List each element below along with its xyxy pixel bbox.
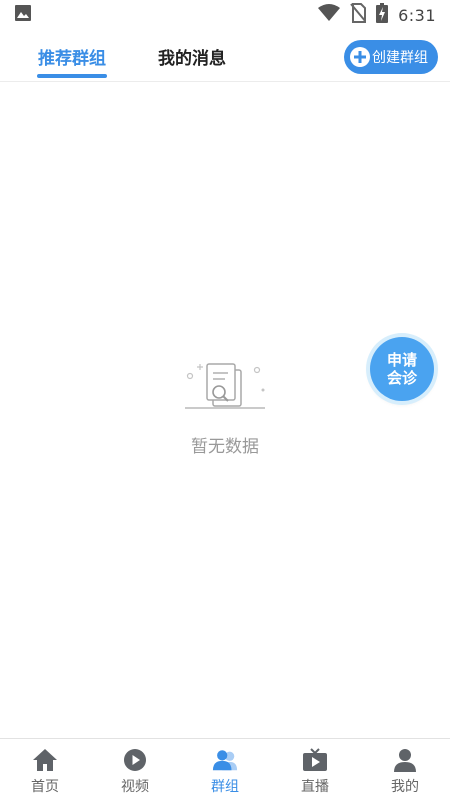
tv-play-icon [302, 747, 328, 773]
battery-charging-icon [376, 3, 389, 27]
nav-item-mine[interactable]: 我的 [360, 739, 450, 800]
nav-label-video: 视频 [121, 779, 149, 795]
nav-label-live: 直播 [301, 779, 329, 795]
status-bar: 6:31 [0, 0, 450, 30]
apply-consultation-line1: 申请 [386, 351, 417, 369]
nav-label-groups: 群组 [211, 779, 239, 795]
screen: 6:31 推荐群组 我的消息 创建群组 暂无数据 申请 会诊 首页 视频 群组 … [0, 0, 450, 800]
person-icon [392, 747, 418, 773]
home-icon [32, 747, 58, 773]
no-sim-icon [350, 3, 367, 27]
apply-consultation-button[interactable]: 申请 会诊 [370, 337, 434, 401]
play-circle-icon [122, 747, 148, 773]
bottom-nav: 首页 视频 群组 直播 我的 [0, 738, 450, 800]
empty-document-search-icon [183, 360, 267, 420]
active-tab-indicator [37, 74, 107, 78]
nav-item-groups[interactable]: 群组 [180, 739, 270, 800]
group-icon [212, 747, 238, 773]
apply-consultation-line2: 会诊 [386, 369, 417, 387]
nav-label-mine: 我的 [391, 779, 419, 795]
create-group-button[interactable]: 创建群组 [344, 40, 438, 74]
create-group-label: 创建群组 [372, 50, 428, 66]
plus-circle-icon [350, 47, 370, 67]
nav-item-video[interactable]: 视频 [90, 739, 180, 800]
tab-my-messages[interactable]: 我的消息 [150, 30, 234, 82]
empty-state-text: 暂无数据 [191, 437, 259, 457]
image-icon [14, 4, 32, 26]
top-tab-bar: 推荐群组 我的消息 创建群组 [0, 30, 450, 82]
status-time: 6:31 [398, 5, 436, 25]
nav-item-live[interactable]: 直播 [270, 739, 360, 800]
wifi-icon [318, 4, 341, 26]
nav-label-home: 首页 [31, 779, 59, 795]
nav-item-home[interactable]: 首页 [0, 739, 90, 800]
